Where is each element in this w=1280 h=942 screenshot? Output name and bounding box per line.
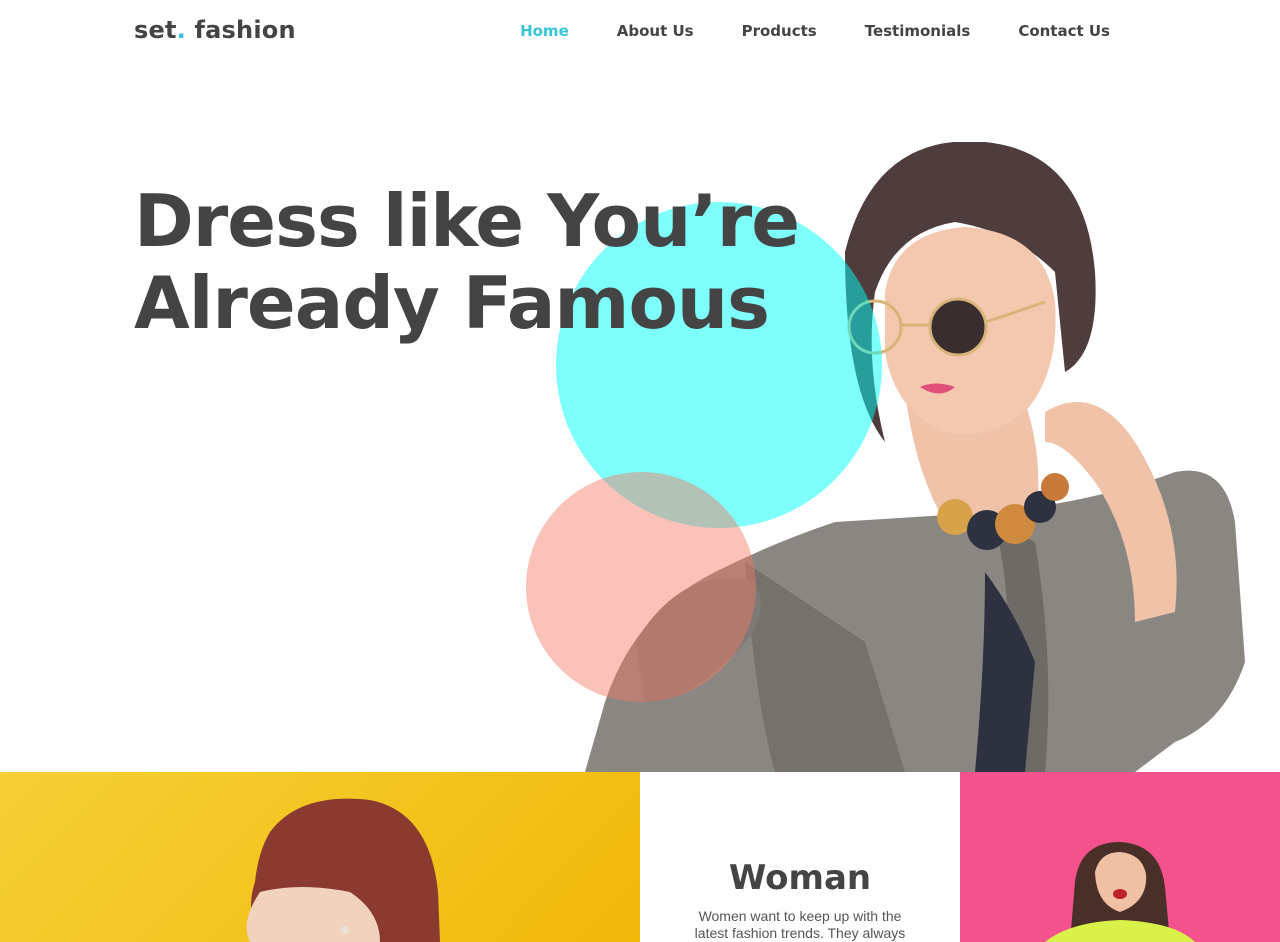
woman-smiling-photo-card[interactable] — [960, 772, 1280, 942]
pink-circle-decoration — [526, 472, 756, 702]
brand-logo[interactable]: set. fashion — [134, 16, 296, 44]
nav-link-contact-us[interactable]: Contact Us — [1018, 22, 1110, 40]
smiling-woman-photo — [1045, 842, 1195, 942]
woman-description: Women want to keep up with the latest fa… — [694, 908, 906, 941]
woman-category-card: Woman Women want to keep up with the lat… — [640, 772, 960, 942]
nav-link-about-us[interactable]: About Us — [617, 22, 694, 40]
nav-link-home[interactable]: Home — [520, 22, 569, 40]
nav-link-testimonials[interactable]: Testimonials — [865, 22, 971, 40]
woman-profile-photo — [246, 798, 440, 942]
brand-dot: . — [176, 16, 186, 44]
hero-title: Dress like You’re Already Famous — [134, 179, 800, 345]
category-strip: Woman Women want to keep up with the lat… — [0, 772, 1280, 942]
hero-title-line-2: Already Famous — [134, 261, 770, 345]
brand-suffix: fashion — [185, 16, 296, 44]
hero-title-line-1: Dress like You’re — [134, 179, 800, 263]
brand-name: set — [134, 16, 177, 44]
main-nav: Home About Us Products Testimonials Cont… — [520, 22, 1110, 40]
woman-photo-card[interactable] — [0, 772, 640, 942]
woman-heading: Woman — [728, 858, 872, 898]
nav-link-products[interactable]: Products — [742, 22, 817, 40]
hero-section: Dress like You’re Already Famous — [0, 62, 1280, 772]
site-header: set. fashion Home About Us Products Test… — [0, 0, 1280, 62]
